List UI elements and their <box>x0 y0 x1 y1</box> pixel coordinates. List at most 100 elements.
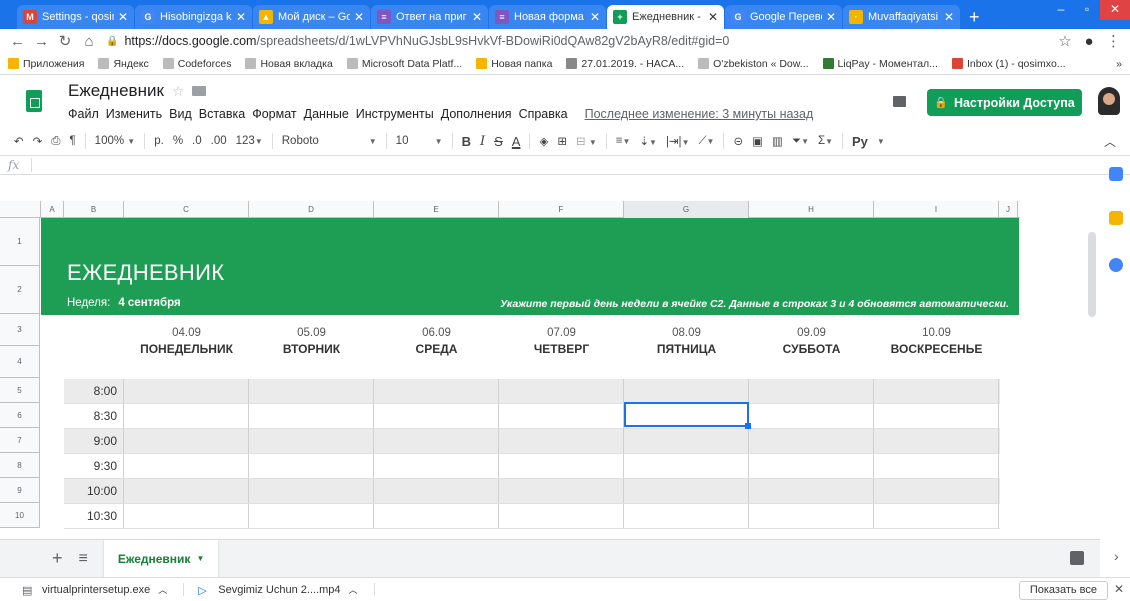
row-header[interactable]: 4 <box>0 346 39 378</box>
fill-color-icon[interactable]: ◈ <box>539 134 548 148</box>
browser-tab[interactable]: ≡ Новая форма ✕ <box>489 5 606 29</box>
avatar[interactable] <box>1098 87 1120 115</box>
minimize-icon[interactable]: – <box>1048 0 1074 20</box>
undo-icon[interactable]: ↶ <box>14 134 24 148</box>
chevron-down-icon[interactable]: ▼ <box>196 554 204 563</box>
row-header[interactable]: 2 <box>0 266 39 314</box>
forward-icon[interactable]: → <box>34 33 49 50</box>
schedule-cell[interactable] <box>249 379 374 403</box>
text-color-icon[interactable]: A <box>512 134 521 149</box>
schedule-cell[interactable] <box>249 404 374 428</box>
star-icon[interactable]: ☆ <box>172 83 185 100</box>
schedule-cell[interactable] <box>874 404 999 428</box>
schedule-cell[interactable] <box>249 504 374 528</box>
browser-tab[interactable]: ≡ Ответ на приг ✕ <box>371 5 488 29</box>
schedule-cell[interactable] <box>374 504 499 528</box>
time-label[interactable]: 10:00 <box>64 479 124 503</box>
profile-icon[interactable]: ● <box>1082 33 1096 50</box>
reload-icon[interactable]: ↻ <box>58 32 72 50</box>
schedule-cell[interactable] <box>624 429 749 453</box>
schedule-cell[interactable] <box>499 379 624 403</box>
schedule-cell[interactable] <box>624 404 749 428</box>
schedule-cell[interactable] <box>749 454 874 478</box>
tab-close-icon[interactable]: ✕ <box>236 10 246 24</box>
font-dropdown-icon[interactable]: ▼ <box>369 137 377 146</box>
schedule-cell[interactable] <box>499 429 624 453</box>
input-tools-dropdown-icon[interactable]: ▼ <box>877 137 885 146</box>
collapse-menu-icon[interactable]: ︿ <box>1104 133 1116 150</box>
schedule-cell[interactable] <box>374 429 499 453</box>
column-header[interactable]: B <box>64 201 124 218</box>
tab-close-icon[interactable]: ✕ <box>118 10 128 24</box>
filter-icon[interactable]: ⏷▼ <box>792 135 809 148</box>
new-tab-button[interactable]: + <box>969 5 980 29</box>
percent-button[interactable]: % <box>173 135 183 147</box>
tasks-icon[interactable] <box>1109 258 1123 272</box>
browser-tab[interactable]: ▲ Мой диск – Go ✕ <box>253 5 370 29</box>
time-label[interactable]: 9:00 <box>64 429 124 453</box>
menu-item[interactable]: Изменить <box>106 107 162 121</box>
row-header[interactable]: 10 <box>0 503 39 528</box>
formula-bar[interactable]: fx <box>0 156 1130 175</box>
redo-icon[interactable]: ↷ <box>33 134 43 148</box>
menu-item[interactable]: Формат <box>252 107 296 121</box>
schedule-cell[interactable] <box>874 504 999 528</box>
menu-item[interactable]: Данные <box>304 107 349 121</box>
schedule-cell[interactable] <box>499 479 624 503</box>
browser-tab[interactable]: · Muvaffaqiyatsi ✕ <box>843 5 960 29</box>
schedule-cell[interactable] <box>874 479 999 503</box>
bookmark-item[interactable]: Inbox (1) - qosimxo... <box>951 58 1066 70</box>
bookmark-item[interactable]: Приложения <box>8 58 84 70</box>
borders-icon[interactable]: ⊞ <box>557 134 567 148</box>
schedule-cell[interactable] <box>124 429 249 453</box>
print-icon[interactable]: ⎙ <box>51 135 60 148</box>
row-header[interactable]: 1 <box>0 218 39 266</box>
doc-title[interactable]: Ежедневник <box>68 81 164 101</box>
sheets-logo-icon[interactable] <box>26 90 42 112</box>
italic-icon[interactable]: I <box>480 134 485 149</box>
column-header[interactable]: C <box>124 201 249 218</box>
schedule-cell[interactable] <box>749 379 874 403</box>
font-size-select[interactable]: 10 <box>396 135 426 147</box>
schedule-cell[interactable] <box>749 479 874 503</box>
download-item[interactable]: ▷ Sevgimiz Uchun 2....mp4 ︿ <box>198 583 375 597</box>
column-header[interactable]: F <box>499 201 624 218</box>
column-header[interactable]: D <box>249 201 374 218</box>
tab-close-icon[interactable]: ✕ <box>826 10 836 24</box>
chevron-up-icon[interactable]: ︿ <box>158 583 167 596</box>
schedule-cell[interactable] <box>124 479 249 503</box>
tab-close-icon[interactable]: ✕ <box>472 10 482 24</box>
schedule-cell[interactable] <box>124 379 249 403</box>
more-formats-select[interactable]: 123▼ <box>236 135 263 147</box>
menu-item[interactable]: Файл <box>68 107 99 121</box>
chevron-up-icon[interactable]: ︿ <box>349 583 358 596</box>
schedule-cell[interactable] <box>499 504 624 528</box>
tab-close-icon[interactable]: ✕ <box>708 10 718 24</box>
schedule-cell[interactable] <box>499 454 624 478</box>
bookmark-item[interactable]: 27.01.2019. - HACA... <box>566 58 684 70</box>
home-icon[interactable]: ⌂ <box>82 33 96 50</box>
comment-add-icon[interactable]: ▣ <box>752 134 763 148</box>
close-icon[interactable]: ✕ <box>1114 582 1124 596</box>
sheet-tab[interactable]: Ежедневник ▼ <box>103 539 219 578</box>
schedule-cell[interactable] <box>374 404 499 428</box>
increase-decimal-button[interactable]: .00 <box>211 135 227 147</box>
input-tools-button[interactable]: Ру <box>852 134 868 149</box>
row-header[interactable]: 5 <box>0 378 39 403</box>
share-button[interactable]: 🔒 Настройки Доступа <box>927 89 1082 116</box>
back-icon[interactable]: ← <box>10 33 25 50</box>
schedule-cell[interactable] <box>749 404 874 428</box>
schedule-cell[interactable] <box>624 379 749 403</box>
menu-item[interactable]: Дополнения <box>441 107 512 121</box>
time-label[interactable]: 8:00 <box>64 379 124 403</box>
bookmark-item[interactable]: LiqPay - Моментал... <box>822 58 938 70</box>
tab-close-icon[interactable]: ✕ <box>354 10 364 24</box>
download-item[interactable]: ▤ virtualprintersetup.exe ︿ <box>22 583 185 597</box>
bookmark-item[interactable]: Microsoft Data Platf... <box>346 58 462 70</box>
add-sheet-icon[interactable]: + <box>52 548 63 569</box>
font-select[interactable]: Roboto <box>282 135 360 147</box>
column-header[interactable]: A <box>41 201 64 218</box>
row-header[interactable]: 8 <box>0 453 39 478</box>
tab-close-icon[interactable]: ✕ <box>944 10 954 24</box>
bookmark-item[interactable]: O'zbekiston « Dow... <box>698 58 809 70</box>
